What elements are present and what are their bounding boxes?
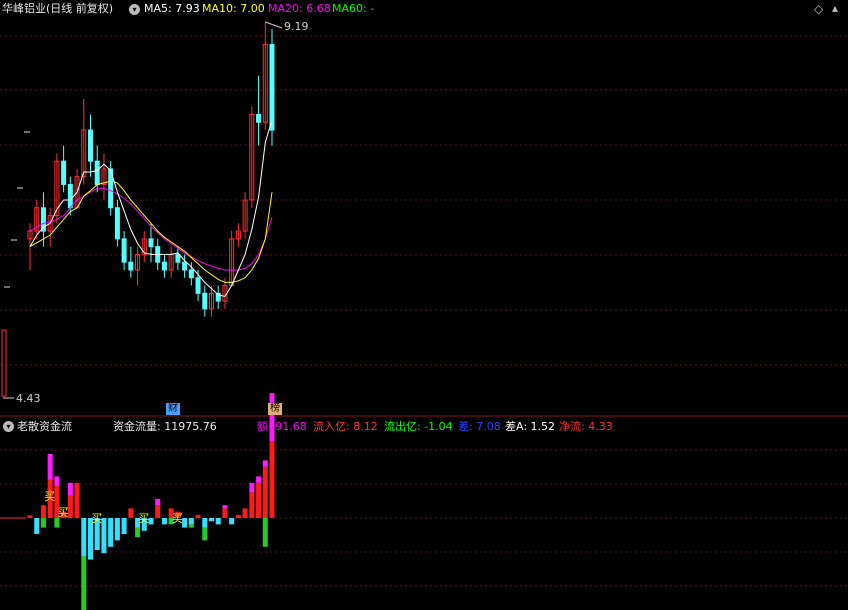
buy-mark: 买 bbox=[91, 512, 102, 525]
flow-bar bbox=[202, 518, 208, 528]
stat-amount: 额: 91.68 bbox=[257, 420, 307, 433]
flow-bar bbox=[242, 508, 248, 518]
flow-bar bbox=[215, 518, 221, 525]
flow-bar-extra bbox=[155, 498, 161, 506]
price-candle bbox=[188, 269, 194, 279]
flow-bar-extra bbox=[262, 460, 268, 467]
chevron-down-icon[interactable]: ▾ bbox=[3, 421, 14, 432]
flow-bar bbox=[40, 505, 46, 518]
price-candle bbox=[61, 160, 67, 185]
price-candle bbox=[88, 129, 93, 162]
low-price-label: 4.43 bbox=[16, 392, 41, 405]
stat-outflow: 流出亿: -1.04 bbox=[384, 420, 453, 433]
flow-bar-extra bbox=[262, 518, 268, 547]
flow-bar bbox=[114, 518, 120, 541]
flow-bar-extra bbox=[222, 505, 228, 509]
price-candle bbox=[161, 261, 167, 271]
price-candle bbox=[94, 160, 100, 185]
flow-bar bbox=[155, 505, 161, 518]
price-candle bbox=[1, 329, 7, 397]
flow-bar bbox=[235, 514, 241, 518]
flow-bar bbox=[262, 466, 268, 518]
price-candle bbox=[175, 253, 181, 263]
flow-bar bbox=[249, 492, 255, 518]
price-candle bbox=[182, 261, 188, 271]
stat-inflow: 流入亿: 8.12 bbox=[313, 420, 378, 433]
flow-bar bbox=[108, 518, 114, 547]
flow-label: 资金流量: 11975.76 bbox=[113, 420, 217, 433]
flow-bar-extra bbox=[256, 476, 262, 483]
flow-bar-extra bbox=[202, 527, 208, 541]
stat-net: 净流: 4.33 bbox=[559, 420, 613, 433]
flow-bar bbox=[27, 515, 33, 518]
price-candle bbox=[269, 44, 275, 131]
buy-mark: 买 bbox=[44, 490, 55, 503]
flow-bar-extra bbox=[54, 476, 60, 486]
price-candle bbox=[121, 238, 127, 263]
flow-bar bbox=[188, 518, 194, 525]
flow-bar bbox=[161, 518, 167, 525]
price-candle bbox=[256, 114, 262, 123]
flow-bar-extra bbox=[135, 527, 141, 538]
high-price-arrow bbox=[265, 21, 283, 29]
flow-bar bbox=[121, 518, 127, 534]
buy-mark: 买 bbox=[172, 512, 183, 525]
bang-badge[interactable]: 榜 bbox=[268, 403, 282, 415]
indicator-header: ▾ 老散资金流 资金流量: 11975.76 额: 91.68 流入亿: 8.1… bbox=[0, 418, 848, 434]
price-candle bbox=[148, 238, 154, 248]
price-candle bbox=[67, 183, 73, 209]
stat-diff-a: 差A: 1.52 bbox=[505, 420, 556, 433]
price-candle bbox=[128, 261, 134, 271]
flow-bar bbox=[222, 508, 228, 518]
flow-bar bbox=[229, 518, 235, 525]
flow-bar-extra bbox=[188, 524, 194, 528]
flow-bar bbox=[81, 518, 87, 557]
price-candle bbox=[114, 207, 120, 240]
flow-bar-extra bbox=[249, 482, 255, 493]
price-candle bbox=[195, 277, 201, 294]
flow-bar bbox=[74, 482, 80, 518]
flow-bar-extra bbox=[54, 518, 60, 528]
stat-diff: 差: 7.08 bbox=[458, 420, 501, 433]
flow-bar bbox=[34, 518, 40, 534]
buy-mark: 买 bbox=[138, 512, 149, 525]
flow-bar bbox=[195, 514, 201, 518]
flow-bar-extra bbox=[67, 482, 73, 496]
flow-bar-extra bbox=[47, 454, 53, 480]
price-candle bbox=[202, 292, 208, 310]
flow-bar-extra bbox=[40, 518, 46, 528]
flow-bar-extra bbox=[81, 556, 87, 610]
buy-mark: 买 bbox=[58, 506, 69, 519]
high-price-label: 9.19 bbox=[284, 20, 309, 33]
kline-chart[interactable]: 买买买买买 bbox=[0, 0, 848, 610]
indicator-title: 老散资金流 bbox=[17, 420, 72, 433]
flow-bar bbox=[209, 518, 214, 522]
flow-bar bbox=[256, 482, 262, 518]
flow-bar bbox=[128, 508, 134, 518]
flow-bar bbox=[269, 441, 275, 518]
cai-badge[interactable]: 财 bbox=[166, 403, 180, 415]
